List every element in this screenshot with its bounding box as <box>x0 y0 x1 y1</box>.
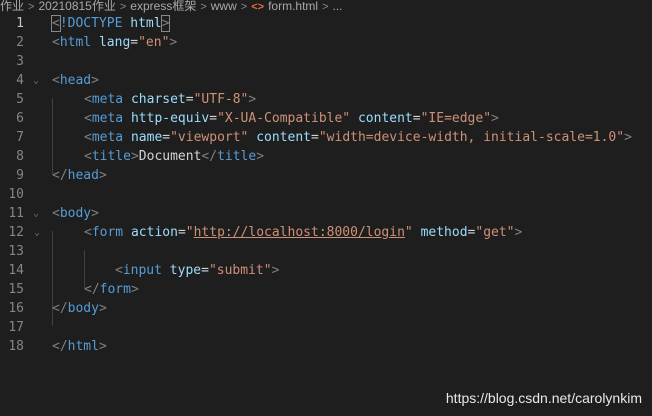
breadcrumb: 作业 >20210815作业 > express框架 > www > <> form.html >… <box>0 0 652 14</box>
code-line[interactable]: 2 <html lang="en"> <box>0 33 652 52</box>
line-number: 7 <box>16 130 24 145</box>
chevron-right-icon: > <box>119 1 127 13</box>
breadcrumb-item-more[interactable]: ... <box>333 0 343 13</box>
line-number: 2 <box>16 35 24 50</box>
code-text: <html lang="en"> <box>52 35 178 50</box>
code-text: <!DOCTYPE html> <box>51 15 171 32</box>
line-number: 12 <box>8 225 24 240</box>
code-line[interactable]: 3 <box>0 52 652 71</box>
line-number: 15 <box>8 282 24 297</box>
code-line[interactable]: 14 <input type="submit"> <box>0 261 652 280</box>
line-number: 5 <box>16 92 24 107</box>
chevron-right-icon: > <box>322 1 329 13</box>
breadcrumb-item-file[interactable]: form.html <box>268 0 318 13</box>
code-line[interactable]: 15 </form> <box>0 280 652 299</box>
line-number: 1 <box>16 16 24 31</box>
line-number: 11 <box>8 206 24 221</box>
line-number: 10 <box>8 187 24 202</box>
line-number: 8 <box>16 149 24 164</box>
code-text: <title>Document</title> <box>84 149 265 164</box>
watermark: https://blog.csdn.net/carolynkim <box>445 390 642 406</box>
code-line[interactable]: 13 <box>0 242 652 261</box>
code-line[interactable]: 5 <meta charset="UTF-8"> <box>0 90 652 109</box>
fold-chevron-icon[interactable]: ⌄ <box>33 204 43 223</box>
line-number: 16 <box>8 301 24 316</box>
code-line[interactable]: 18 </html> <box>0 337 652 356</box>
code-line[interactable]: 8 <title>Document</title> <box>0 147 652 166</box>
line-number: 3 <box>16 54 24 69</box>
code-line[interactable]: 4 ⌄ <head> <box>0 71 652 90</box>
fold-chevron-icon[interactable]: ⌄ <box>33 71 43 90</box>
code-line[interactable]: 9 </head> <box>0 166 652 185</box>
code-editor[interactable]: 1 <!DOCTYPE html> 2 <html lang="en"> 3 4… <box>0 14 652 416</box>
breadcrumb-item[interactable]: www <box>211 0 237 13</box>
fold-chevron-icon[interactable]: ⌄ <box>34 223 44 242</box>
code-line[interactable]: 16 </body> <box>0 299 652 318</box>
html-file-icon: <> <box>251 1 265 13</box>
breadcrumb-item[interactable]: express框架 <box>130 0 196 13</box>
code-line[interactable]: 1 <!DOCTYPE html> <box>0 14 652 33</box>
code-text: <head> <box>52 73 99 88</box>
chevron-right-icon: > <box>200 1 207 13</box>
code-text: </html> <box>52 339 107 354</box>
line-number: 18 <box>8 339 24 354</box>
code-line[interactable]: 12 ⌄ <form action="http://localhost:8000… <box>0 223 652 242</box>
code-text: <input type="submit"> <box>115 263 280 278</box>
code-text: </body> <box>52 301 107 316</box>
url-link[interactable]: http://localhost:8000/login <box>194 225 405 240</box>
code-line[interactable]: 7 <meta name="viewport" content="width=d… <box>0 128 652 147</box>
code-text: <meta name="viewport" content="width=dev… <box>84 130 632 145</box>
code-text: </head> <box>52 168 107 183</box>
breadcrumb-item[interactable]: 作业 <box>0 0 24 13</box>
code-text: <meta charset="UTF-8"> <box>84 92 257 107</box>
chevron-right-icon: > <box>240 1 248 13</box>
line-number: 9 <box>16 168 24 183</box>
code-text: <body> <box>52 206 99 221</box>
code-line[interactable]: 11 ⌄ <body> <box>0 204 652 223</box>
line-number: 13 <box>8 244 24 259</box>
code-line[interactable]: 10 <box>0 185 652 204</box>
code-text: <form action="http://localhost:8000/logi… <box>84 225 523 240</box>
chevron-right-icon: > <box>28 1 35 13</box>
line-number: 14 <box>8 263 24 278</box>
code-text: </form> <box>84 282 139 297</box>
breadcrumb-item[interactable]: 20210815作业 <box>38 0 115 13</box>
line-number: 4 <box>16 73 24 88</box>
code-line[interactable]: 17 <box>0 318 652 337</box>
code-line[interactable]: 6 <meta http-equiv="X-UA-Compatible" con… <box>0 109 652 128</box>
line-number: 6 <box>16 111 24 126</box>
line-number: 17 <box>8 320 24 335</box>
code-text: <meta http-equiv="X-UA-Compatible" conte… <box>84 111 499 126</box>
